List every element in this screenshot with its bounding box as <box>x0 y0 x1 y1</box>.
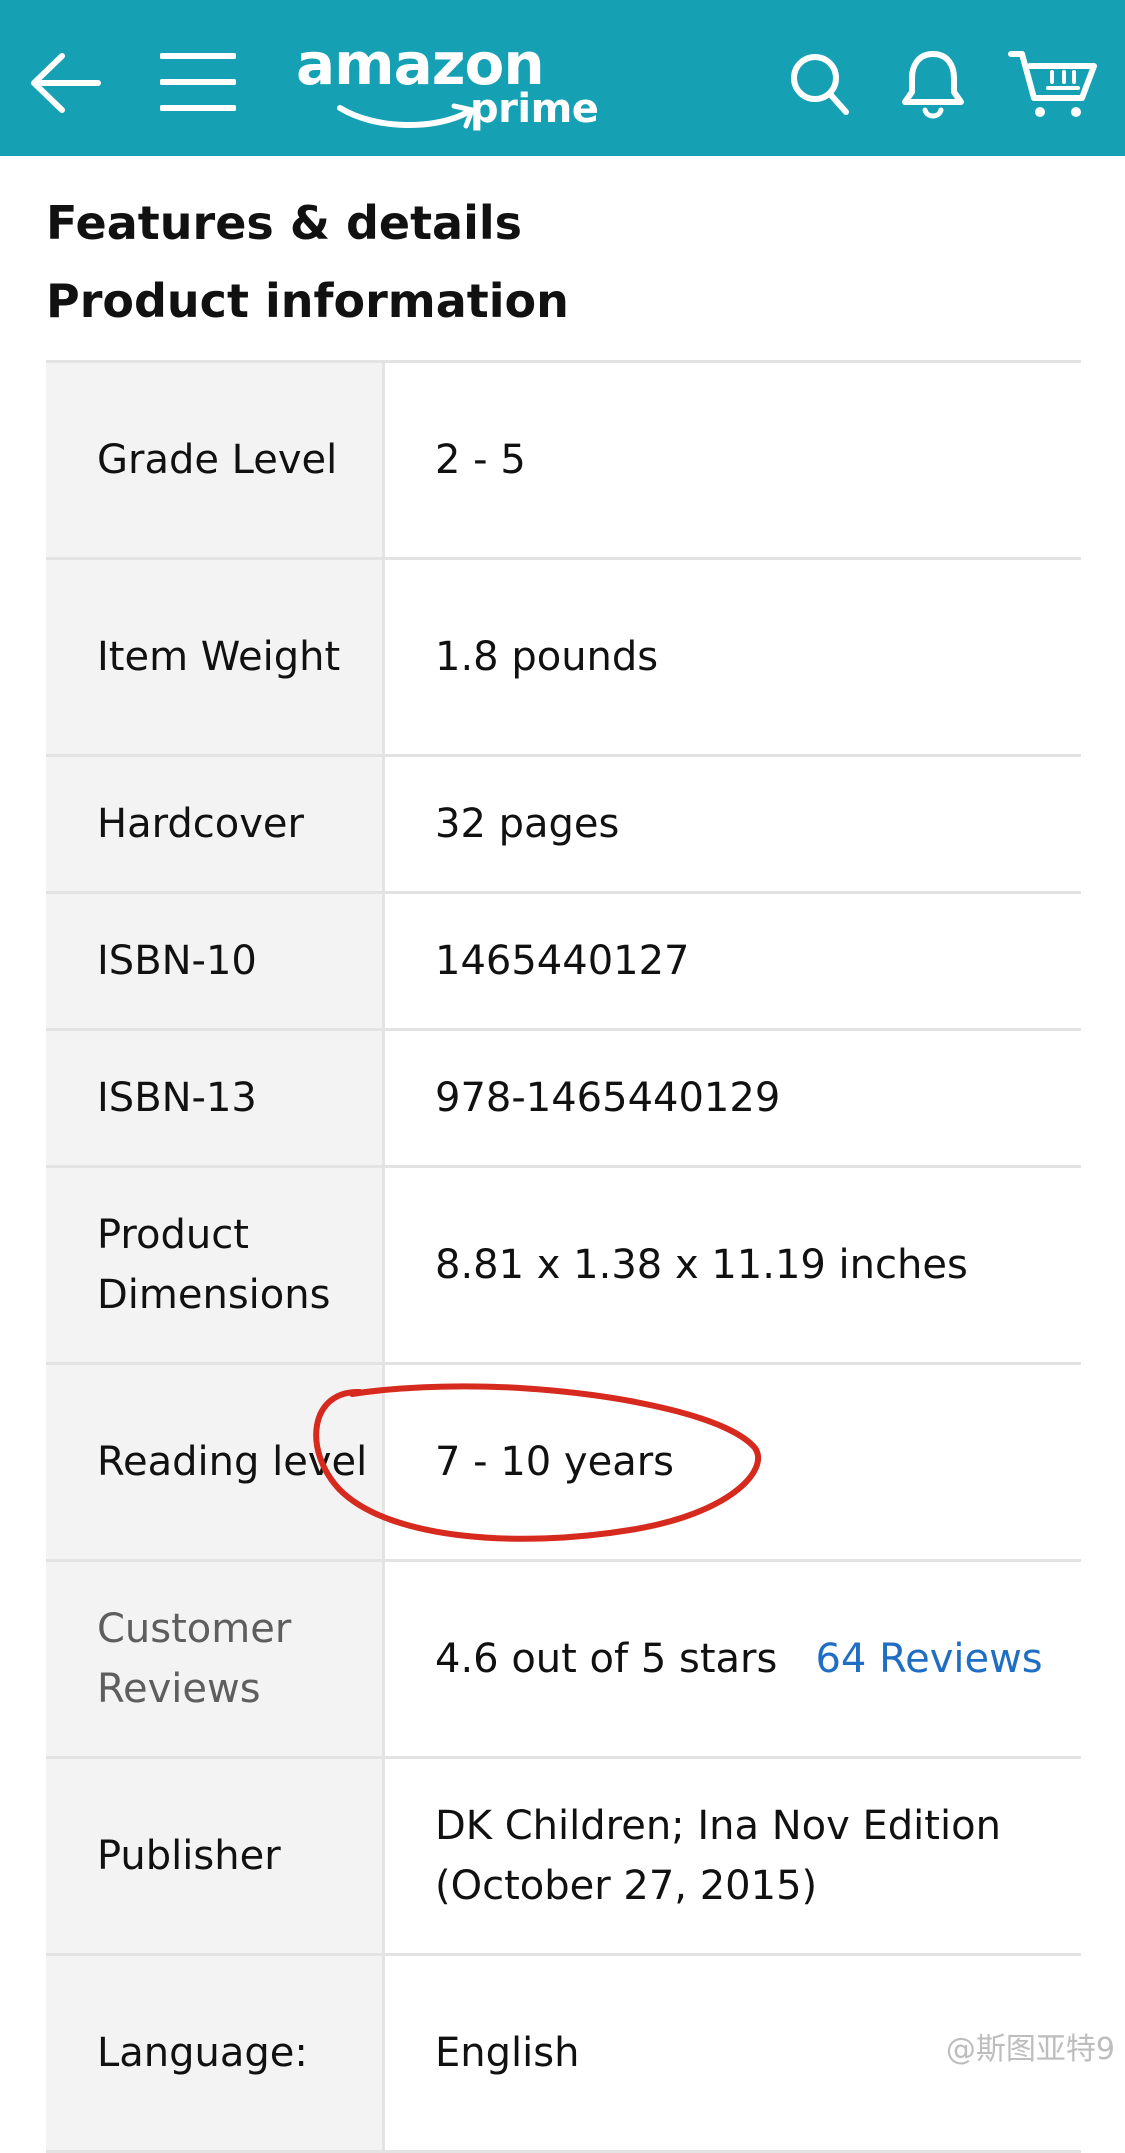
table-row: Hardcover 32 pages <box>46 757 1081 894</box>
hamburger-menu-icon[interactable] <box>160 50 236 114</box>
row-label: Product Dimensions <box>46 1168 382 1362</box>
reviews-link[interactable]: 64 Reviews <box>815 1636 1042 1682</box>
table-row: ISBN-10 1465440127 <box>46 894 1081 1031</box>
top-app-bar: amazon prime <box>0 0 1125 156</box>
smile-arrow-icon <box>337 103 475 129</box>
table-row: Item Weight 1.8 pounds <box>46 560 1081 757</box>
table-row: Customer Reviews 4.6 out of 5 stars 64 R… <box>46 1562 1081 1759</box>
row-value: 32 pages <box>382 757 1081 891</box>
row-value: 2 - 5 <box>382 363 1081 557</box>
row-value: DK Children; Ina Nov Edition (October 27… <box>382 1759 1081 1953</box>
row-label: Grade Level <box>46 363 382 557</box>
subsection-title: Product information <box>46 274 569 328</box>
product-info-table: Grade Level 2 - 5 Item Weight 1.8 pounds… <box>46 360 1081 2153</box>
row-value: 1.8 pounds <box>382 560 1081 754</box>
row-value: 1465440127 <box>382 894 1081 1028</box>
table-row: Grade Level 2 - 5 <box>46 363 1081 560</box>
row-label: Reading level <box>46 1365 382 1559</box>
row-label: ISBN-13 <box>46 1031 382 1165</box>
rating-text: 4.6 out of 5 stars <box>435 1636 778 1682</box>
table-row: Language: English <box>46 1956 1081 2153</box>
row-value: 4.6 out of 5 stars 64 Reviews <box>382 1562 1081 1756</box>
row-label: Hardcover <box>46 757 382 891</box>
logo-prime-text: prime <box>470 86 599 132</box>
table-row: ISBN-13 978-1465440129 <box>46 1031 1081 1168</box>
table-row: Product Dimensions 8.81 x 1.38 x 11.19 i… <box>46 1168 1081 1365</box>
row-label: Language: <box>46 1956 382 2150</box>
section-title: Features & details <box>46 196 523 250</box>
row-label: ISBN-10 <box>46 894 382 1028</box>
table-row: Reading level 7 - 10 years <box>46 1365 1081 1562</box>
row-label: Publisher <box>46 1759 382 1953</box>
row-value: 8.81 x 1.38 x 11.19 inches <box>382 1168 1081 1362</box>
search-icon[interactable] <box>790 52 850 116</box>
row-label: Customer Reviews <box>46 1562 382 1756</box>
bell-icon[interactable] <box>900 48 966 120</box>
table-row: Publisher DK Children; Ina Nov Edition (… <box>46 1759 1081 1956</box>
cart-icon[interactable] <box>1008 48 1098 120</box>
watermark: @斯图亚特9 <box>945 2032 1115 2067</box>
row-value: 978-1465440129 <box>382 1031 1081 1165</box>
back-arrow-icon[interactable] <box>28 48 104 118</box>
row-value: 7 - 10 years <box>382 1365 1081 1559</box>
row-label: Item Weight <box>46 560 382 754</box>
amazon-prime-logo[interactable]: amazon prime <box>296 30 606 144</box>
